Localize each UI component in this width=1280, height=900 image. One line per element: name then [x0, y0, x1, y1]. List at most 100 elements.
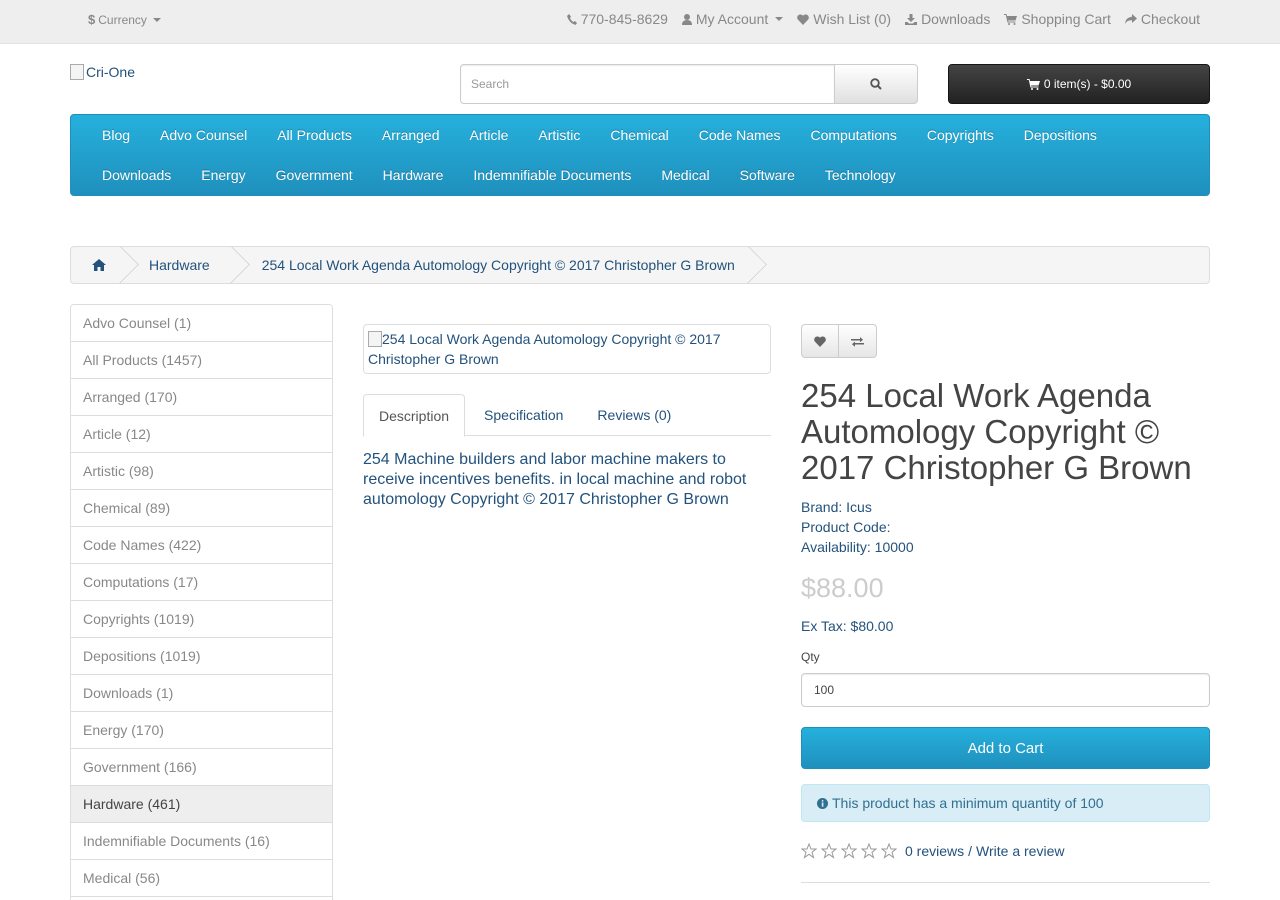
category-item[interactable]: Downloads (1)	[71, 675, 332, 712]
tab-description[interactable]: Description	[363, 394, 466, 437]
broken-image-icon	[368, 331, 382, 347]
category-item[interactable]: Government (166)	[71, 749, 332, 786]
cart-icon	[1004, 13, 1018, 25]
dollar-icon: $	[88, 12, 96, 27]
menu-item-medical[interactable]: Medical	[646, 155, 724, 195]
brand-label: Brand:	[801, 499, 843, 515]
menu-item-government[interactable]: Government	[261, 155, 368, 195]
category-item[interactable]: Arranged (170)	[71, 379, 332, 416]
reviews-count-link[interactable]: 0 reviews	[905, 843, 964, 859]
product-rating: 0 reviews / Write a review	[801, 843, 1064, 859]
menu-item-technology[interactable]: Technology	[810, 155, 911, 195]
breadcrumb-home[interactable]	[71, 247, 127, 283]
tab-specification[interactable]: Specification	[469, 394, 578, 436]
category-item[interactable]: Hardware (461)	[71, 786, 332, 823]
category-item[interactable]: Computations (17)	[71, 564, 332, 601]
search-bar	[460, 64, 918, 104]
share-icon	[1124, 13, 1137, 24]
category-item[interactable]: Depositions (1019)	[71, 638, 332, 675]
my-account-link[interactable]: My Account	[681, 11, 784, 27]
caret-down-icon	[152, 17, 161, 22]
main-menu: Blog Advo Counsel All Products Arranged …	[70, 114, 1210, 196]
currency-dropdown[interactable]: $ Currency	[88, 12, 161, 27]
exchange-icon	[851, 336, 864, 347]
wish-list-link[interactable]: Wish List (0)	[797, 11, 891, 27]
breadcrumb-item[interactable]: 254 Local Work Agenda Automology Copyrig…	[240, 247, 757, 283]
top-links: 770-845-8629 My Account Wish List (0) Do…	[566, 11, 1200, 27]
menu-item-blog[interactable]: Blog	[87, 115, 145, 155]
menu-item-indemnifiable-documents[interactable]: Indemnifiable Documents	[458, 155, 646, 195]
user-icon	[681, 13, 692, 25]
checkout-link[interactable]: Checkout	[1124, 11, 1200, 27]
info-circle-icon	[817, 797, 828, 809]
menu-item-artistic[interactable]: Artistic	[523, 115, 595, 155]
add-to-wishlist-button[interactable]	[801, 324, 839, 358]
menu-item-code-names[interactable]: Code Names	[684, 115, 796, 155]
menu-item-advo-counsel[interactable]: Advo Counsel	[145, 115, 262, 155]
broken-image-icon	[70, 64, 84, 80]
my-account-label: My Account	[695, 11, 769, 27]
category-item[interactable]: Copyrights (1019)	[71, 601, 332, 638]
product-tabs: Description Specification Reviews (0)	[363, 394, 771, 437]
category-item[interactable]: All Products (1457)	[71, 342, 332, 379]
top-bar: $ Currency 770-845-8629 My Account Wish …	[0, 0, 1280, 44]
category-item[interactable]: Article (12)	[71, 416, 332, 453]
product-price: $88.00	[801, 573, 884, 603]
menu-item-energy[interactable]: Energy	[186, 155, 260, 195]
menu-item-all-products[interactable]: All Products	[262, 115, 367, 155]
phone-number: 770-845-8629	[580, 11, 668, 27]
shopping-cart-link[interactable]: Shopping Cart	[1004, 11, 1111, 27]
category-item[interactable]: Chemical (89)	[71, 490, 332, 527]
brand-link[interactable]: Icus	[846, 499, 872, 515]
tab-reviews[interactable]: Reviews (0)	[582, 394, 686, 436]
logo[interactable]: Cri-One	[70, 64, 135, 80]
product-action-buttons	[801, 324, 877, 358]
star-empty-icon	[881, 843, 897, 859]
star-empty-icon	[861, 843, 877, 859]
product-image[interactable]: 254 Local Work Agenda Automology Copyrig…	[363, 324, 771, 374]
availability-label: Availability:	[801, 539, 871, 555]
write-review-link[interactable]: Write a review	[976, 843, 1064, 859]
add-to-cart-button[interactable]: Add to Cart	[801, 727, 1210, 769]
category-item[interactable]: Indemnifiable Documents (16)	[71, 823, 332, 860]
menu-item-computations[interactable]: Computations	[795, 115, 911, 155]
search-button[interactable]	[835, 64, 918, 104]
downloads-label: Downloads	[921, 11, 991, 27]
phone-link[interactable]: 770-845-8629	[566, 11, 668, 27]
menu-row-1: Blog Advo Counsel All Products Arranged …	[87, 115, 1112, 155]
search-input[interactable]	[460, 64, 835, 104]
menu-item-article[interactable]: Article	[455, 115, 524, 155]
product-info: Brand: Icus Product Code: Availability: …	[801, 497, 914, 557]
category-item[interactable]: Advo Counsel (1)	[71, 305, 332, 342]
checkout-label: Checkout	[1140, 11, 1200, 27]
menu-item-chemical[interactable]: Chemical	[595, 115, 683, 155]
star-empty-icon	[801, 843, 817, 859]
quantity-input[interactable]	[801, 673, 1210, 707]
category-list: Advo Counsel (1) All Products (1457) Arran…	[70, 304, 333, 900]
menu-item-depositions[interactable]: Depositions	[1009, 115, 1112, 155]
menu-item-software[interactable]: Software	[725, 155, 810, 195]
category-item[interactable]: Artistic (98)	[71, 453, 332, 490]
heart-icon	[814, 335, 826, 347]
product-description: 254 Machine builders and labor machine m…	[363, 451, 747, 508]
star-empty-icon	[821, 843, 837, 859]
breadcrumb-item[interactable]: Hardware	[127, 247, 240, 283]
menu-item-hardware[interactable]: Hardware	[368, 155, 459, 195]
compare-button[interactable]	[839, 324, 877, 358]
divider	[801, 882, 1210, 883]
menu-item-downloads[interactable]: Downloads	[87, 155, 186, 195]
category-item[interactable]: Code Names (422)	[71, 527, 332, 564]
review-links: 0 reviews / Write a review	[905, 843, 1064, 859]
product-image-alt: 254 Local Work Agenda Automology Copyrig…	[368, 331, 721, 367]
logo-alt-text: Cri-One	[86, 64, 136, 80]
shopping-cart-label: Shopping Cart	[1021, 11, 1111, 27]
home-icon	[92, 259, 106, 271]
category-item[interactable]: Medical (56)	[71, 860, 332, 897]
wish-list-label: Wish List (0)	[813, 11, 892, 27]
menu-item-arranged[interactable]: Arranged	[367, 115, 455, 155]
downloads-link[interactable]: Downloads	[905, 11, 990, 27]
cart-button[interactable]: 0 item(s) - $0.00	[948, 64, 1210, 104]
category-item[interactable]: Energy (170)	[71, 712, 332, 749]
menu-item-copyrights[interactable]: Copyrights	[912, 115, 1009, 155]
download-icon	[905, 13, 918, 25]
